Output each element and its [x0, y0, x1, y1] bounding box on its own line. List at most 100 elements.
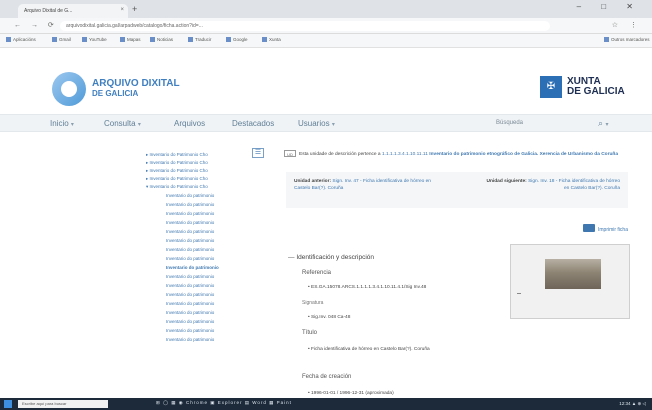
- taskbar-search-input[interactable]: Escribe aquí para buscar: [18, 400, 108, 408]
- next-unit: Unidad siguiente: Sign. Inv. 18 - Ficha …: [480, 178, 621, 192]
- xunta-logo-icon[interactable]: ✠: [540, 76, 562, 98]
- tree-child[interactable]: Inventario do patrimonio: [166, 256, 214, 261]
- parent-prefix: Esta unidade de descrición pertence a: [299, 152, 381, 157]
- url-field[interactable]: arquivodixital.galicia.gal/arpadweb/cata…: [60, 21, 550, 31]
- nav-item-consulta[interactable]: Consulta ▾: [104, 119, 141, 128]
- screen: Arquivo Dixital de G... × + – □ ✕ ← → ⟳ …: [0, 0, 652, 410]
- tree-item-label: Inventario do Patrimonio Cho: [149, 160, 208, 165]
- bookmark-item[interactable]: Google: [226, 37, 248, 42]
- nav-label: Consulta: [104, 119, 136, 128]
- browser-tab[interactable]: Arquivo Dixital de G... ×: [18, 4, 128, 18]
- bookmarks-bar: Aplicacións Gmail YouTube Mapas Noticias…: [0, 34, 652, 48]
- nav-item-inicio[interactable]: Inicio ▾: [50, 119, 74, 128]
- browser-tabbar: Arquivo Dixital de G... × + – □ ✕: [0, 0, 652, 18]
- tree-child[interactable]: Inventario do patrimonio: [166, 292, 214, 297]
- next-unit-link[interactable]: Sign. Inv. 18 - Ficha identificativa de …: [528, 179, 620, 191]
- nav-item-destacados[interactable]: Destacados: [232, 119, 274, 128]
- search-label[interactable]: Búsqueda: [496, 120, 523, 126]
- tree-child[interactable]: Inventario do patrimonio: [166, 238, 214, 243]
- tree-child[interactable]: Inventario do patrimonio: [166, 319, 214, 324]
- previous-unit-label: Unidad anterior:: [294, 179, 332, 184]
- previous-unit: Unidad anterior: Sign. Inv. 47 - Ficha i…: [294, 178, 444, 192]
- date-label: Fecha de creación: [302, 374, 352, 380]
- bookmark-item[interactable]: Traducir: [188, 37, 211, 42]
- bookmark-item[interactable]: Noticias: [150, 37, 173, 42]
- document-thumbnail[interactable]: [510, 244, 630, 319]
- title-label: Título: [302, 330, 318, 336]
- tab-close-icon[interactable]: ×: [120, 7, 124, 13]
- window-controls[interactable]: – □ ✕: [577, 2, 642, 11]
- bookmark-item[interactable]: Aplicacións: [6, 37, 36, 42]
- tree-item-label: Inventario do Patrimonio Cho: [149, 152, 208, 157]
- browser-nav-icons[interactable]: ← → ⟳: [14, 21, 58, 29]
- bookmark-item[interactable]: Xunta: [262, 37, 281, 42]
- xunta-logo-text[interactable]: XUNTA DE GALICIA: [567, 77, 625, 97]
- title-value: Ficha identificativa de hórreo en Castel…: [308, 346, 518, 353]
- tree-child[interactable]: Inventario do patrimonio: [166, 202, 214, 207]
- reference-value: ES.GA.15078.ARCS.1.1.1.1.3.4.1.10.11.4.1…: [308, 284, 518, 291]
- tree-item-label: Inventario do Patrimonio Cho: [149, 184, 208, 189]
- tab-title: Arquivo Dixital de G...: [24, 8, 73, 14]
- date-value: 1996-01-01 / 1996-12-31 (aproximada): [308, 390, 518, 397]
- chevron-down-icon: ▾: [70, 122, 74, 128]
- bookmark-item[interactable]: YouTube: [82, 37, 107, 42]
- tree-child[interactable]: Inventario do patrimonio: [166, 229, 214, 234]
- tree-item[interactable]: ▸ Inventario do Patrimonio Cho: [146, 176, 208, 182]
- tree-item[interactable]: ▾ Inventario do Patrimonio Cho: [146, 184, 208, 190]
- tree-child[interactable]: Inventario do patrimonio: [166, 283, 214, 288]
- unit-navigation: Unidad anterior: Sign. Inv. 47 - Ficha i…: [286, 172, 628, 208]
- nav-label: Inicio: [50, 119, 69, 128]
- bookmark-item[interactable]: Gmail: [52, 37, 71, 42]
- taskbar-apps[interactable]: ⊞ ◯ ▦ ◉ Chrome ▣ Explorer ▤ Word ▦ Paint: [156, 400, 292, 406]
- tree-child[interactable]: Inventario do patrimonio: [166, 193, 214, 198]
- print-icon: [582, 224, 595, 232]
- tree-child-active[interactable]: Inventario do patrimonio: [166, 265, 219, 270]
- tree-item[interactable]: ▸ Inventario do Patrimonio Cho: [146, 160, 208, 166]
- tree-child[interactable]: Inventario do patrimonio: [166, 220, 214, 225]
- os-taskbar: Escribe aquí para buscar ⊞ ◯ ▦ ◉ Chrome …: [0, 398, 652, 410]
- tree-child[interactable]: Inventario do patrimonio: [166, 211, 214, 216]
- tree-item[interactable]: ▸ Inventario do Patrimonio Cho: [146, 152, 208, 158]
- search-icon[interactable]: ⌕ ▾: [598, 118, 609, 129]
- tree-child[interactable]: Inventario do patrimonio: [166, 328, 214, 333]
- next-unit-label: Unidad siguiente:: [486, 179, 527, 184]
- parent-unit-note: UD Esta unidade de descrición pertence a …: [284, 150, 629, 159]
- taskbar-clock[interactable]: 12:34 ▲ ⊕ ◁: [619, 401, 646, 407]
- chevron-down-icon: ▾: [331, 122, 335, 128]
- photo-thumbnail: [545, 259, 601, 289]
- nav-label: Usuarios: [298, 119, 330, 128]
- thumbnail-mark: [517, 293, 521, 294]
- nav-item-usuarios[interactable]: Usuarios ▾: [298, 119, 335, 128]
- tree-child[interactable]: Inventario do patrimonio: [166, 274, 214, 279]
- nav-label: Destacados: [232, 119, 275, 128]
- xunta-line2: DE GALICIA: [567, 86, 625, 97]
- parent-badge: UD: [284, 150, 296, 157]
- new-tab-icon[interactable]: +: [132, 4, 137, 14]
- parent-title-link[interactable]: Inventario do patrimonio etnográfico de …: [429, 152, 618, 157]
- tree-item[interactable]: ▸ Inventario do Patrimonio Cho: [146, 168, 208, 174]
- nav-item-arquivos[interactable]: Arquivos: [174, 119, 205, 128]
- parent-code-link[interactable]: 1.1.1.1.3.4.1.10.11.11: [382, 152, 428, 157]
- tree-child[interactable]: Inventario do patrimonio: [166, 247, 214, 252]
- tree-item-label: Inventario do Patrimonio Cho: [149, 176, 208, 181]
- arquivo-logo-icon[interactable]: [52, 72, 86, 106]
- logo-subtitle[interactable]: DE GALICIA: [92, 89, 138, 98]
- signatura-value: Sig.Inv. 048 Ca-48: [308, 314, 518, 321]
- tree-child[interactable]: Inventario do patrimonio: [166, 337, 214, 342]
- tree-child[interactable]: Inventario do patrimonio: [166, 301, 214, 306]
- reference-label: Referencia: [302, 270, 332, 276]
- tree-child[interactable]: Inventario do patrimonio: [166, 310, 214, 315]
- main-nav: Inicio ▾ Consulta ▾ Arquivos Destacados …: [0, 114, 652, 132]
- signatura-label: Signatura: [302, 300, 324, 306]
- print-record-button[interactable]: Imprimir ficha: [582, 224, 628, 233]
- tree-toggle-icon[interactable]: ☰: [252, 148, 264, 158]
- chevron-down-icon: ▾: [137, 122, 141, 128]
- windows-start-icon[interactable]: [4, 400, 12, 408]
- section-identification[interactable]: Identificación y descripción: [288, 254, 374, 261]
- nav-label: Arquivos: [174, 119, 206, 128]
- bookmark-item[interactable]: Outros marcadores: [604, 37, 650, 42]
- address-icons[interactable]: ☆ ⋮: [612, 21, 642, 29]
- bookmark-item[interactable]: Mapas: [120, 37, 141, 42]
- site-header: ARQUIVO DIXITAL DE GALICIA ✠ XUNTA DE GA…: [0, 48, 652, 114]
- logo-title[interactable]: ARQUIVO DIXITAL: [92, 78, 180, 89]
